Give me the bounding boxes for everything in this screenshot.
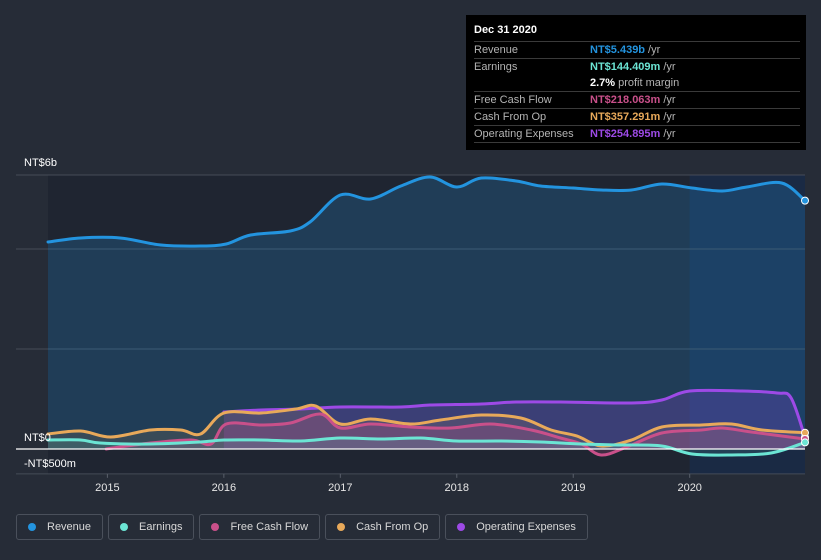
tooltip-unit: /yr [663, 128, 676, 140]
tooltip-row-profit-margin: 2.7% profit margin [474, 75, 800, 92]
legend-dot-icon [120, 523, 129, 531]
tooltip-label: Cash From Op [474, 111, 547, 123]
x-tick-label: 2019 [561, 482, 585, 494]
y-tick-label: NT$6b [24, 157, 57, 169]
tooltip-value: NT$254.895m [590, 128, 661, 140]
legend-label: Free Cash Flow [230, 521, 309, 533]
legend-item-earnings[interactable]: Earnings [108, 514, 195, 540]
revenue-end-marker [801, 196, 809, 205]
legend-item-free-cash-flow[interactable]: Free Cash Flow [199, 514, 321, 540]
tooltip-row-revenue: Revenue NT$5.439b /yr [474, 42, 800, 59]
legend-item-operating-expenses[interactable]: Operating Expenses [445, 514, 588, 540]
tooltip-value: NT$5.439b [590, 44, 646, 56]
tooltip-unit: /yr [663, 111, 676, 123]
tooltip-unit: /yr [663, 94, 676, 106]
tooltip-label: Free Cash Flow [474, 94, 552, 106]
legend-dot-icon [28, 523, 36, 531]
tooltip-row-free-cash-flow: Free Cash Flow NT$218.063m /yr [474, 92, 800, 109]
tooltip-label [474, 75, 590, 91]
tooltip-unit: profit margin [618, 77, 680, 89]
x-tick-label: 2018 [445, 482, 469, 494]
legend-dot-icon [211, 523, 220, 531]
x-tick-label: 2016 [212, 482, 236, 494]
legend-item-revenue[interactable]: Revenue [16, 514, 104, 540]
legend: Revenue Earnings Free Cash Flow Cash Fro… [16, 514, 588, 540]
y-tick-label: -NT$500m [24, 458, 76, 470]
y-tick-label: NT$0 [24, 432, 51, 444]
tooltip-label: Revenue [474, 44, 519, 56]
tooltip-value: NT$144.409m [590, 61, 661, 73]
tooltip: Dec 31 2020 Revenue NT$5.439b /yr Earnin… [466, 15, 806, 150]
x-tick-label: 2020 [677, 482, 701, 494]
tooltip-label: Earnings [474, 61, 518, 73]
legend-label: Revenue [47, 521, 92, 533]
tooltip-title: Dec 31 2020 [474, 23, 800, 42]
tooltip-row-earnings: Earnings NT$144.409m /yr [474, 59, 800, 75]
tooltip-value: NT$218.063m [590, 94, 661, 106]
tooltip-unit: /yr [648, 44, 661, 56]
earnings-end-marker [801, 438, 809, 447]
legend-dot-icon [337, 523, 346, 531]
tooltip-value: 2.7% [590, 77, 616, 89]
legend-label: Operating Expenses [476, 521, 576, 533]
legend-dot-icon [457, 523, 466, 531]
tooltip-row-operating-expenses: Operating Expenses NT$254.895m /yr [474, 126, 800, 143]
tooltip-row-cash-from-op: Cash From Op NT$357.291m /yr [474, 109, 800, 126]
legend-label: Cash From Op [356, 521, 429, 533]
x-tick-label: 2017 [328, 482, 352, 494]
tooltip-value: NT$357.291m [590, 111, 661, 123]
x-tick-label: 2015 [95, 482, 119, 494]
tooltip-label: Operating Expenses [474, 128, 574, 140]
legend-item-cash-from-op[interactable]: Cash From Op [325, 514, 441, 540]
legend-label: Earnings [139, 521, 183, 533]
tooltip-unit: /yr [663, 61, 676, 73]
